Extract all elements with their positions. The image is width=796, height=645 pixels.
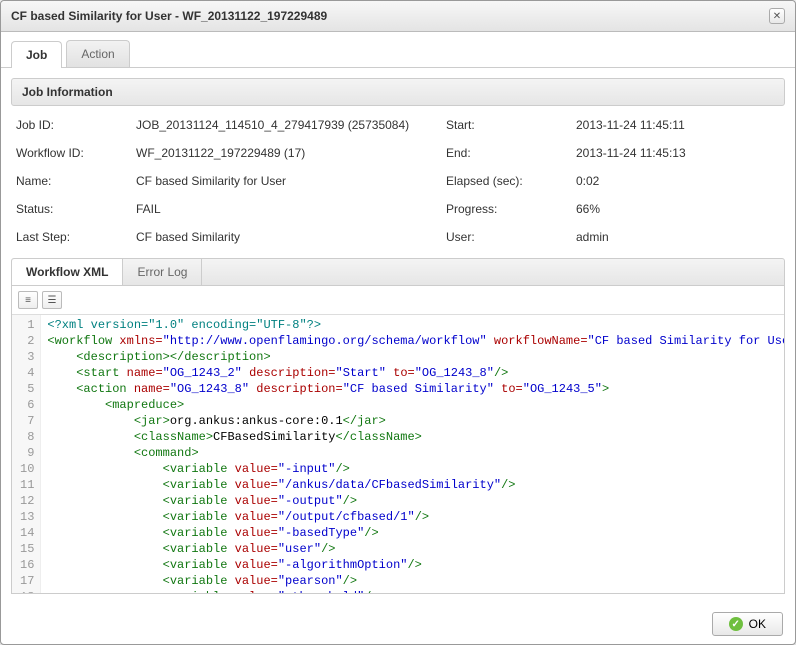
code-area[interactable]: 1 2 3 4 5 6 7 8 9 10 11 12 13 14 15 16 1… xyxy=(12,315,784,593)
value-status: FAIL xyxy=(136,202,436,216)
value-end: 2013-11-24 11:45:13 xyxy=(576,146,780,160)
line-number-gutter: 1 2 3 4 5 6 7 8 9 10 11 12 13 14 15 16 1… xyxy=(12,315,41,593)
check-circle-icon: ✓ xyxy=(729,617,743,631)
list-icon[interactable]: ☰ xyxy=(42,291,62,309)
value-elapsed: 0:02 xyxy=(576,174,780,188)
ok-button[interactable]: ✓ OK xyxy=(712,612,783,636)
tab-job[interactable]: Job xyxy=(11,41,62,68)
label-status: Status: xyxy=(16,202,126,216)
align-left-icon[interactable]: ≡ xyxy=(18,291,38,309)
value-start: 2013-11-24 11:45:11 xyxy=(576,118,780,132)
dialog-window: CF based Similarity for User - WF_201311… xyxy=(0,0,796,645)
label-progress: Progress: xyxy=(446,202,566,216)
label-last-step: Last Step: xyxy=(16,230,126,244)
section-header-job-info: Job Information xyxy=(11,78,785,106)
value-progress: 66% xyxy=(576,202,780,216)
label-user: User: xyxy=(446,230,566,244)
editor-toolbar: ≡ ☰ xyxy=(12,286,784,315)
close-button[interactable]: ✕ xyxy=(769,8,785,24)
job-info-grid: Job ID: JOB_20131124_114510_4_279417939 … xyxy=(11,118,785,258)
label-elapsed: Elapsed (sec): xyxy=(446,174,566,188)
label-workflow-id: Workflow ID: xyxy=(16,146,126,160)
dialog-footer: ✓ OK xyxy=(1,604,795,644)
value-job-id: JOB_20131124_114510_4_279417939 (2573508… xyxy=(136,118,436,132)
xml-editor: ≡ ☰ 1 2 3 4 5 6 7 8 9 10 11 12 13 14 15 … xyxy=(11,286,785,594)
code-lines: <?xml version="1.0" encoding="UTF-8"?> <… xyxy=(41,315,784,593)
value-workflow-id: WF_20131122_197229489 (17) xyxy=(136,146,436,160)
ok-button-label: OK xyxy=(749,617,766,631)
subtab-workflow-xml[interactable]: Workflow XML xyxy=(12,259,123,285)
titlebar: CF based Similarity for User - WF_201311… xyxy=(1,1,795,32)
value-name: CF based Similarity for User xyxy=(136,174,436,188)
value-user: admin xyxy=(576,230,780,244)
window-title: CF based Similarity for User - WF_201311… xyxy=(11,9,327,23)
sub-tabstrip: Workflow XML Error Log xyxy=(11,258,785,286)
label-name: Name: xyxy=(16,174,126,188)
label-end: End: xyxy=(446,146,566,160)
subtab-error-log[interactable]: Error Log xyxy=(123,259,202,285)
tab-action[interactable]: Action xyxy=(66,40,129,67)
value-last-step: CF based Similarity xyxy=(136,230,436,244)
content-area: Job Information Job ID: JOB_20131124_114… xyxy=(1,68,795,604)
label-job-id: Job ID: xyxy=(16,118,126,132)
label-start: Start: xyxy=(446,118,566,132)
main-tabstrip: Job Action xyxy=(1,32,795,68)
